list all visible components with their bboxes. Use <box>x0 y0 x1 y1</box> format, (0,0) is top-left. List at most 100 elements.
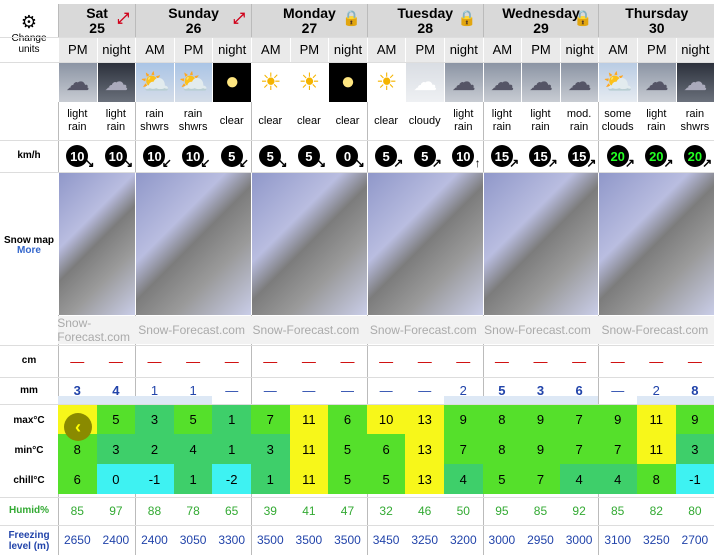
wind-arrow-icon: ↙ <box>161 156 172 170</box>
chill-temp: 1 <box>173 464 213 494</box>
day-header: Tuesday 28 🔒 <box>366 4 483 37</box>
sun-rain-icon: ⛅ <box>135 62 174 102</box>
weather-text: light rain <box>453 108 474 133</box>
wind-cell: 15 ↗ <box>521 140 560 172</box>
max-temp: 9 <box>444 404 483 434</box>
row-divider <box>0 377 714 378</box>
rain-value: 2 <box>637 377 676 404</box>
wind-cell: 15 ↗ <box>560 140 599 172</box>
expand-icon[interactable]: ⤢ <box>233 11 245 26</box>
rain-value: 1 <box>135 377 174 404</box>
period-label: night <box>444 37 483 62</box>
max-temp: 1 <box>212 404 251 434</box>
wind-speed: 10 <box>452 145 475 167</box>
rain-cloud-icon: ☁ <box>444 62 483 102</box>
min-temp: 3 <box>675 434 714 464</box>
period-label: PM <box>289 37 329 62</box>
chill-temp: 5 <box>366 464 406 494</box>
snow-map-image[interactable] <box>58 172 136 315</box>
min-temp: 3 <box>96 434 136 464</box>
row-divider <box>0 140 714 141</box>
weather-text: rain shwrs <box>178 108 208 133</box>
brand-watermark: Snow-Forecast.com <box>366 316 483 344</box>
change-units-button[interactable]: ⚙ Change units <box>0 12 58 55</box>
min-temp: 11 <box>289 434 329 464</box>
min-temp: 2 <box>135 434 174 464</box>
weather-text: light rain <box>646 108 667 133</box>
cloud-icon: ☁ <box>405 62 444 102</box>
lock-icon[interactable]: 🔒 <box>458 11 477 26</box>
chill-temp: 0 <box>96 464 136 494</box>
max-temp-label: max°C <box>13 415 45 426</box>
rain-value: 6 <box>559 377 599 404</box>
period-label: AM <box>598 37 637 62</box>
brand-text: Snow-Forecast.com <box>57 316 130 344</box>
freezing-level-value: 3200 <box>449 533 477 547</box>
min-temp: 4 <box>173 434 213 464</box>
brand-watermark: Snow-Forecast.com <box>482 316 599 344</box>
weather-text: clear <box>374 114 399 127</box>
snow-map-image[interactable] <box>482 172 599 315</box>
sun-icon: ☀ <box>366 62 406 102</box>
rain-cloud-icon: ☁ <box>521 62 560 102</box>
humidity-value: 97 <box>109 504 123 518</box>
rain-cloud-icon: ☁ <box>58 62 97 102</box>
period-label: PM <box>521 37 560 62</box>
snow-map-image[interactable] <box>598 172 714 315</box>
freezing-level-value: 3100 <box>604 533 632 547</box>
humidity-value: 39 <box>263 504 277 518</box>
chill-temp: -2 <box>212 464 251 494</box>
snow-value: — <box>340 353 355 369</box>
back-arrow-button[interactable]: ‹ <box>64 413 92 441</box>
humidity-value: 80 <box>688 504 702 518</box>
row-divider <box>0 172 714 173</box>
snow-value: — <box>263 353 278 369</box>
rain-value: — <box>225 383 239 398</box>
rain-value: 4 <box>96 377 136 404</box>
min-temp-label: min°C <box>14 445 44 456</box>
max-temp: 8 <box>482 404 522 434</box>
wind-cell: 10 ↘ <box>97 140 136 172</box>
wind-cell: 5 ↘ <box>251 140 290 172</box>
day-header: Sat 25 ⤢ <box>58 4 136 37</box>
lock-icon[interactable]: 🔒 <box>574 11 593 26</box>
rain-value: 1 <box>173 377 213 404</box>
weather-text: clear <box>258 114 283 127</box>
wind-arrow-icon: ↘ <box>316 156 327 170</box>
humidity-value: 46 <box>418 504 432 518</box>
humidity-value: 50 <box>456 504 470 518</box>
day-header: Sunday 26 ⤢ <box>135 4 251 37</box>
freezing-level-value: 3250 <box>642 533 670 547</box>
humidity-value: 41 <box>302 504 316 518</box>
chill-temp: 13 <box>405 464 444 494</box>
snow-map-more-link[interactable]: More <box>0 245 58 256</box>
weather-text: rain shwrs <box>680 108 710 133</box>
rain-value: 5 <box>482 377 522 404</box>
expand-icon[interactable]: ⤢ <box>117 11 129 26</box>
snow-value: — <box>494 353 509 369</box>
freezing-level-value: 3500 <box>334 533 361 547</box>
wind-arrow-icon: ↗ <box>393 156 404 170</box>
snow-map-image[interactable] <box>135 172 251 315</box>
humidity-value: 85 <box>611 504 625 518</box>
snow-map-image[interactable] <box>251 172 367 315</box>
period-label: AM <box>366 37 406 62</box>
lock-icon[interactable]: 🔒 <box>342 11 361 26</box>
snow-value: — <box>456 353 471 369</box>
min-temp: 7 <box>598 434 637 464</box>
wind-cell: 10 ↙ <box>174 140 213 172</box>
weather-text: light rain <box>105 108 126 133</box>
wind-arrow-icon: ↗ <box>509 156 520 170</box>
freezing-level-value: 3250 <box>411 533 439 547</box>
wind-cell: 0 ↘ <box>328 140 367 172</box>
row-divider <box>0 62 714 63</box>
snow-map-image[interactable] <box>366 172 483 315</box>
brand-watermark: Snow-Forecast.com <box>57 316 136 344</box>
humidity-value: 32 <box>379 504 393 518</box>
sun-cloud-icon: ⛅ <box>598 62 637 102</box>
snow-value: — <box>301 353 316 369</box>
min-temp: 9 <box>521 434 560 464</box>
row-divider <box>0 497 714 498</box>
wind-arrow-icon: ↘ <box>84 156 95 170</box>
period-label: AM <box>251 37 290 62</box>
